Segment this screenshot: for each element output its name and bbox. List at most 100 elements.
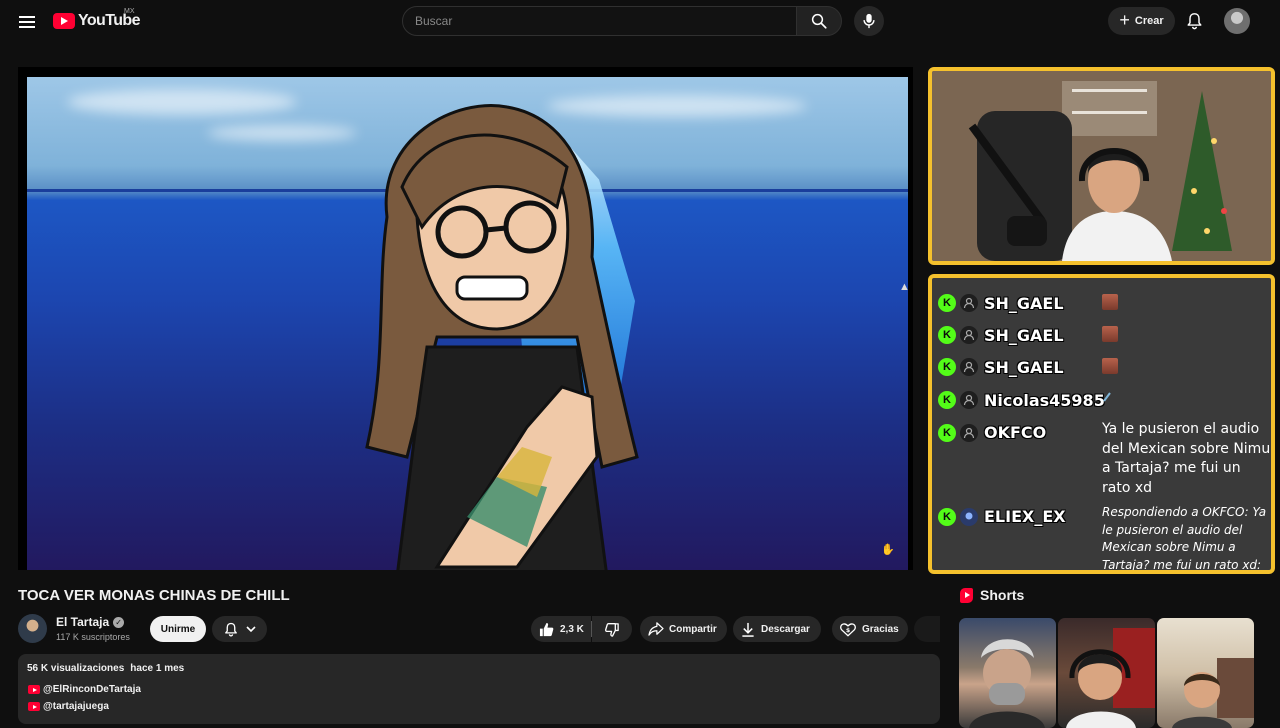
chat-text: Ya le pusieron el audio del Mexican sobr… [1102, 421, 1271, 496]
more-actions-button[interactable] [914, 616, 940, 642]
youtube-icon [28, 685, 40, 694]
thanks-label: Gracias [862, 623, 899, 635]
like-count: 2,3 K [560, 623, 584, 635]
chat-username: Nicolas45985 [984, 391, 1105, 410]
kick-badge-icon: K [938, 358, 956, 376]
chat-message: K SH_GAEL [938, 326, 1118, 345]
small-emote-icon [1103, 392, 1111, 402]
download-button[interactable]: Descargar [733, 616, 821, 642]
channel-link[interactable]: @tartajajuega [28, 701, 109, 712]
share-icon [648, 622, 664, 636]
thumbs-up-icon [539, 622, 554, 636]
chat-message: K OKFCO Ya le pusieron el audio del Mexi… [938, 420, 1271, 498]
kick-badge-icon: K [938, 294, 956, 312]
search-button[interactable] [796, 6, 842, 36]
cloud-shape [207, 125, 357, 141]
create-button[interactable]: + Crear [1108, 7, 1175, 35]
short-thumbnail[interactable] [1058, 618, 1155, 728]
short-thumbnail-art [1066, 628, 1155, 728]
emote-icon [1102, 326, 1118, 342]
subscriber-count: 117 K suscriptores [56, 632, 130, 642]
chat-message: K Nicolas45985 [938, 391, 1112, 410]
video-meta: 56 K visualizaciones hace 1 mes [27, 663, 184, 674]
chat-overlay: K SH_GAEL K SH_GAEL K SH_GAEL K Nicolas4… [928, 274, 1275, 574]
short-thumbnail[interactable] [959, 618, 1056, 728]
chat-message: K SH_GAEL [938, 358, 1118, 377]
channel-link-text: @ElRinconDeTartaja [43, 684, 141, 695]
youtube-logo[interactable]: YouTube MX [53, 8, 140, 32]
shorts-heading: Shorts [980, 587, 1025, 603]
upload-date: hace 1 mes [130, 663, 185, 674]
user-avatar-icon [960, 508, 978, 526]
video-frame: ▲ ✋ [27, 77, 908, 570]
search-box [402, 6, 797, 36]
kick-badge-icon: K [938, 391, 956, 409]
video-player[interactable]: ▲ ✋ [18, 67, 913, 570]
chat-username: SH_GAEL [984, 326, 1064, 345]
shorts-icon [960, 587, 973, 603]
share-button[interactable]: Compartir [640, 616, 727, 642]
chat-username: ELIEX_EX [984, 507, 1066, 526]
search-input[interactable] [403, 7, 796, 35]
emote-icon [1102, 358, 1118, 374]
svg-text:$: $ [846, 627, 850, 634]
download-label: Descargar [761, 623, 810, 635]
shorts-header: Shorts [960, 587, 1024, 603]
emote-icon [1102, 294, 1118, 310]
heart-dollar-icon: $ [840, 622, 856, 636]
short-thumbnail-art [969, 639, 1045, 728]
user-icon [960, 424, 978, 442]
webcam-overlay [928, 67, 1275, 265]
cartoon-character [365, 104, 639, 570]
channel-link[interactable]: @ElRinconDeTartaja [28, 684, 141, 695]
chat-reply-text: Respondiendo a OKFCO: Ya le pusieron el … [1102, 505, 1267, 572]
channel-name-link[interactable]: El Tartaja ✓ [56, 615, 125, 629]
kick-badge-icon: K [938, 424, 956, 442]
country-code: MX [124, 8, 135, 15]
lock-icon: ▲ [899, 281, 908, 293]
dislike-button[interactable] [592, 616, 632, 642]
view-count: 56 K visualizaciones [27, 663, 125, 674]
chevron-down-icon [245, 626, 256, 633]
channel-avatar[interactable] [18, 614, 47, 643]
kick-badge-icon: K [938, 508, 956, 526]
chat-username: SH_GAEL [984, 294, 1064, 313]
user-icon [960, 391, 978, 409]
menu-icon[interactable] [14, 9, 40, 35]
download-icon [742, 622, 754, 637]
chat-message: K ELIEX_EX Respondiendo a OKFCO: Ya le p… [938, 504, 1271, 572]
plus-icon: + [1119, 10, 1130, 30]
thanks-button[interactable]: $ Gracias [832, 616, 908, 642]
user-icon [960, 326, 978, 344]
video-title: TOCA VER MONAS CHINAS DE CHILL [18, 587, 290, 604]
subscription-notifications-button[interactable] [212, 616, 267, 642]
chat-username: SH_GAEL [984, 358, 1064, 377]
create-label: Crear [1134, 15, 1164, 27]
join-button[interactable]: Unirme [150, 616, 206, 642]
verified-icon: ✓ [113, 616, 125, 628]
notifications-button[interactable] [1182, 9, 1206, 33]
share-label: Compartir [669, 623, 717, 635]
chat-username: OKFCO [984, 423, 1047, 442]
bell-icon [1186, 13, 1202, 30]
cursor-icon: ✋ [881, 544, 895, 556]
youtube-icon [28, 702, 40, 711]
thumbs-down-icon [604, 622, 619, 637]
account-avatar[interactable] [1224, 8, 1250, 34]
bell-icon [224, 622, 237, 636]
short-thumbnail-art [1172, 658, 1254, 728]
webcam-scene [932, 71, 1271, 261]
user-icon [960, 294, 978, 312]
cloud-shape [67, 89, 297, 115]
top-bar: YouTube MX + Crear [0, 0, 1280, 42]
search-icon [811, 13, 827, 29]
like-button[interactable]: 2,3 K [531, 616, 591, 642]
channel-link-text: @tartajajuega [43, 701, 109, 712]
microphone-icon [863, 13, 875, 29]
short-thumbnail[interactable] [1157, 618, 1254, 728]
description-box[interactable]: 56 K visualizaciones hace 1 mes @ElRinco… [18, 654, 940, 724]
kick-badge-icon: K [938, 326, 956, 344]
channel-name: El Tartaja [56, 615, 110, 629]
voice-search-button[interactable] [854, 6, 884, 36]
chat-message: K SH_GAEL [938, 294, 1118, 313]
